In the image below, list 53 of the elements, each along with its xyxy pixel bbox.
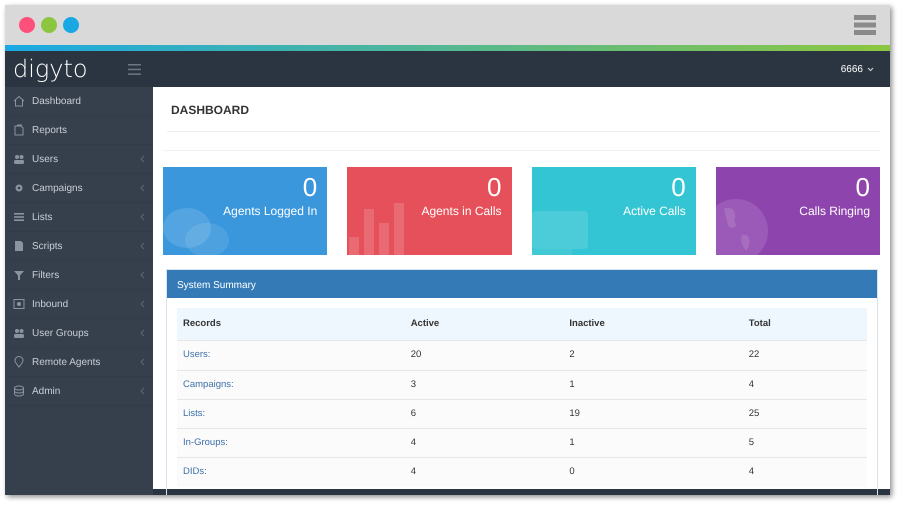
filter-icon: [13, 269, 25, 281]
table-cell: 2: [563, 340, 743, 370]
stat-label: Agents in Calls: [420, 202, 502, 220]
stat-label: Agents Logged In: [222, 202, 318, 220]
database-icon: [13, 385, 25, 397]
user-menu[interactable]: 6666: [840, 62, 874, 76]
menu-icon: [854, 15, 876, 35]
record-link[interactable]: DIDs:: [177, 458, 405, 486]
column-header: Active: [404, 308, 564, 341]
column-header: Total: [742, 308, 867, 341]
table-cell: 4: [742, 370, 867, 400]
window-dot[interactable]: [41, 17, 57, 33]
stat-label: Active Calls: [622, 202, 686, 220]
users-icon: [13, 327, 25, 339]
table-cell: 4: [742, 458, 867, 486]
inbox-icon: [13, 298, 25, 310]
window-dot[interactable]: [19, 17, 35, 33]
table-cell: 5: [742, 428, 867, 458]
stat-value: 0: [302, 173, 318, 202]
menu-icon: [128, 64, 141, 74]
page-title: DASHBOARD: [167, 87, 880, 132]
table-cell: 19: [563, 399, 743, 428]
table-cell: 0: [563, 458, 743, 486]
stat-value: 0: [854, 173, 870, 202]
logo[interactable]: digyto: [13, 51, 88, 87]
table-cell: 20: [404, 340, 564, 370]
record-link[interactable]: In-Groups:: [177, 428, 405, 458]
table-cell: 4: [404, 458, 564, 486]
window-dot[interactable]: [63, 17, 79, 33]
list-icon: [13, 211, 25, 223]
record-link[interactable]: Users:: [177, 340, 405, 370]
document-icon: [13, 124, 25, 136]
table-cell: 25: [742, 399, 867, 428]
column-header: Records: [177, 308, 405, 341]
stat-label: Calls Ringing: [798, 202, 870, 220]
table-cell: 1: [563, 428, 743, 458]
home-icon: [13, 95, 25, 107]
caret-icon: [867, 66, 874, 72]
stat-value: 0: [486, 173, 502, 202]
table-cell: 3: [404, 370, 564, 400]
column-header: Inactive: [563, 308, 743, 341]
table-cell: 1: [563, 370, 743, 400]
record-link[interactable]: Campaigns:: [177, 370, 405, 400]
users-icon: [13, 153, 25, 165]
table-cell: 4: [404, 428, 564, 458]
location-pin-icon: [13, 356, 25, 368]
file-icon: [13, 240, 25, 252]
stat-value: 0: [670, 173, 686, 202]
gear-icon: [13, 182, 25, 194]
record-link[interactable]: Lists:: [177, 399, 405, 428]
table-cell: 22: [742, 340, 867, 370]
table-cell: 6: [404, 399, 564, 428]
panel-header: System Summary: [167, 270, 877, 298]
